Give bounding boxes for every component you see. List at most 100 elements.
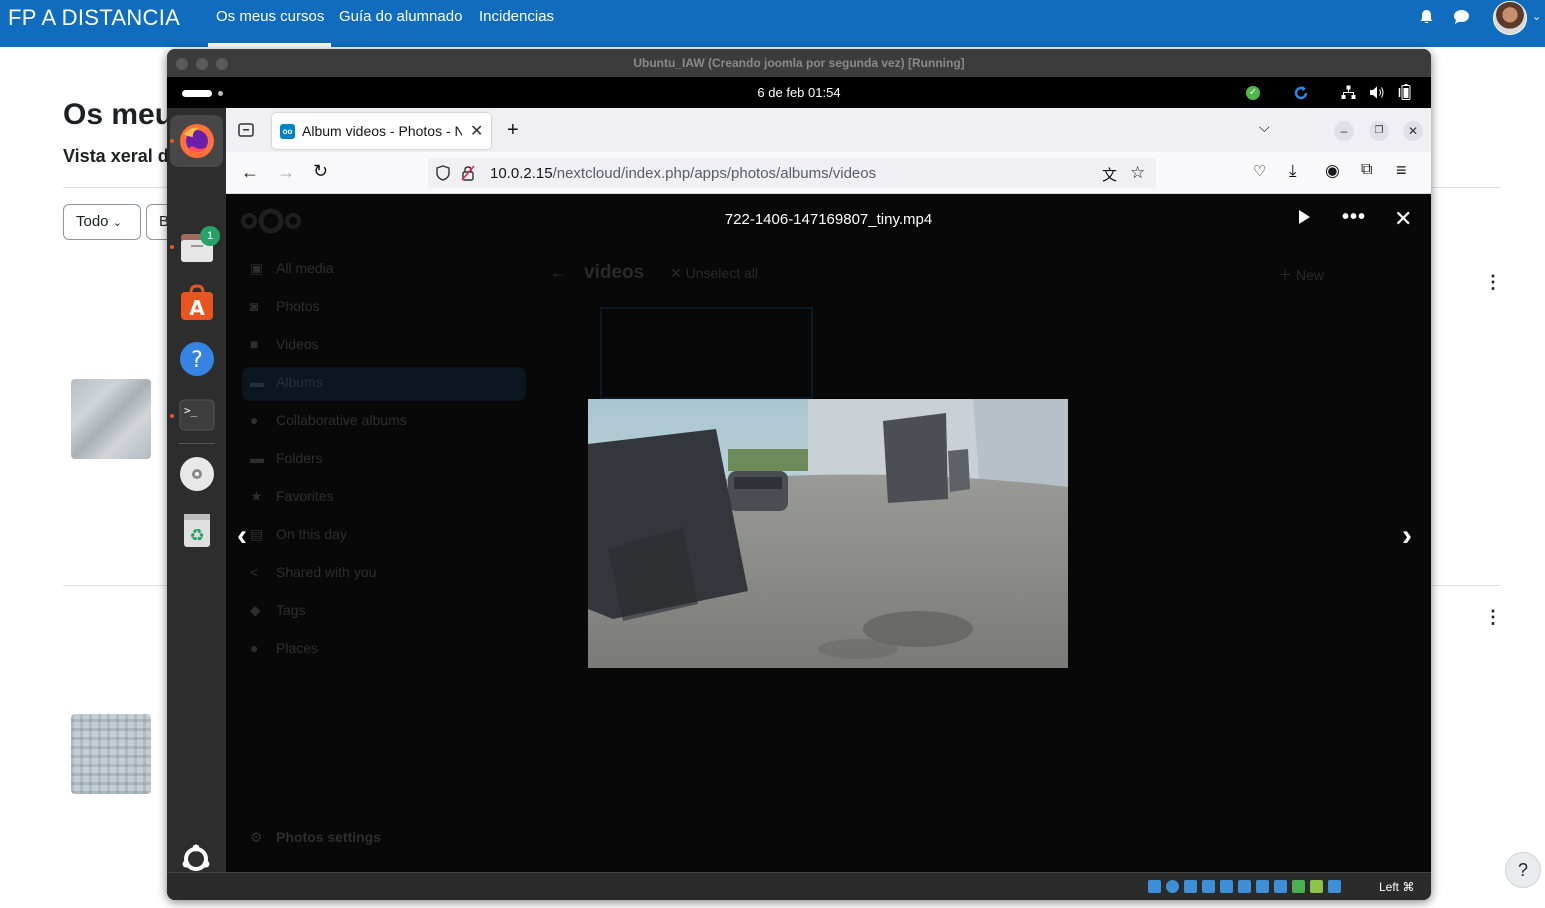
chevron-down-icon[interactable]: ⌄ xyxy=(1532,10,1541,23)
cpu-icon[interactable] xyxy=(1292,880,1305,893)
firefox-icon[interactable] xyxy=(178,122,216,160)
new-button[interactable]: ＋ New xyxy=(1278,265,1324,285)
sidebar-item-videos[interactable]: Videos xyxy=(276,336,319,352)
vm-titlebar[interactable]: Ubuntu_IAW (Creando joomla por segunda v… xyxy=(167,49,1431,77)
moodle-navbar: FP A DISTANCIA Os meus cursos Guía do al… xyxy=(0,0,1545,47)
unselect-all-button[interactable]: ✕ Unselect all xyxy=(670,265,758,282)
reload-icon[interactable]: ↻ xyxy=(313,161,328,182)
extensions-icon[interactable]: ⧉ xyxy=(1361,161,1372,179)
nextcloud-page: ▣ All media ◙ Photos ■ Videos ▬ Albums ●… xyxy=(226,194,1431,872)
sidebar-item-collaborative[interactable]: Collaborative albums xyxy=(276,412,407,428)
site-brand[interactable]: FP A DISTANCIA xyxy=(8,5,180,31)
next-arrow-icon[interactable]: › xyxy=(1402,519,1412,553)
volume-icon[interactable] xyxy=(1369,85,1385,100)
disc-icon[interactable] xyxy=(178,455,216,493)
sidebar-item-favorites[interactable]: Favorites xyxy=(276,488,334,504)
sidebar-item-tags[interactable]: Tags xyxy=(276,602,306,618)
nav-incidents[interactable]: Incidencias xyxy=(479,8,554,25)
video-player[interactable] xyxy=(588,399,1068,668)
restore-icon[interactable]: ❐ xyxy=(1369,121,1389,141)
sidebar-item-photos[interactable]: Photos xyxy=(276,298,320,314)
battery-icon[interactable] xyxy=(1398,84,1412,101)
video-frame xyxy=(588,399,1068,668)
course-menu-icon[interactable]: ⋮ xyxy=(1484,608,1502,626)
more-options-icon[interactable]: ••• xyxy=(1342,206,1366,229)
nav-student-guide[interactable]: Guía do alumnado xyxy=(339,8,462,25)
close-tab-icon[interactable]: ✕ xyxy=(470,121,483,141)
network-adapter-icon[interactable] xyxy=(1202,880,1215,893)
folder-icon: ▬ xyxy=(250,450,264,466)
sidebar-item-shared[interactable]: Shared with you xyxy=(276,564,376,580)
trash-icon[interactable]: ♻ xyxy=(178,511,216,549)
selected-video-tile[interactable] xyxy=(600,307,813,399)
list-tabs-icon[interactable]: ⌵ xyxy=(1259,119,1270,136)
play-icon[interactable] xyxy=(1299,210,1310,224)
mouse-integration-icon[interactable] xyxy=(1310,880,1323,893)
course-image[interactable] xyxy=(71,714,151,794)
keyboard-icon[interactable] xyxy=(1328,880,1341,893)
nav-my-courses[interactable]: Os meus cursos xyxy=(216,8,324,25)
shared-folder-icon[interactable] xyxy=(1238,880,1251,893)
new-tab-icon[interactable]: + xyxy=(507,119,519,142)
sidebar-item-all-media[interactable]: All media xyxy=(276,260,334,276)
shield-icon[interactable] xyxy=(436,165,450,181)
close-viewer-icon[interactable]: ✕ xyxy=(1394,206,1412,232)
url-text[interactable]: 10.0.2.15/nextcloud/index.php/apps/photo… xyxy=(490,165,876,182)
camera-icon: ◙ xyxy=(250,298,259,314)
browser-tab[interactable]: oo Album videos - Photos - Nextcloud ✕ xyxy=(272,113,491,149)
vm-title: Ubuntu_IAW (Creando joomla por segunda v… xyxy=(633,56,965,70)
svg-text:?: ? xyxy=(191,348,203,373)
host-key-label: Left ⌘ xyxy=(1379,880,1415,894)
back-icon[interactable]: ← xyxy=(241,162,259,183)
viewer-file-name: 722-1406-147169807_tiny.mp4 xyxy=(724,211,933,228)
bookmark-star-icon[interactable]: ☆ xyxy=(1130,163,1145,183)
vm-window: Ubuntu_IAW (Creando joomla por segunda v… xyxy=(167,49,1431,900)
bell-icon[interactable] xyxy=(1419,9,1434,25)
help-button[interactable]: ? xyxy=(1505,852,1541,888)
forward-icon[interactable]: → xyxy=(277,162,295,183)
clock[interactable]: 6 de feb 01:54 xyxy=(167,85,1431,100)
pocket-icon[interactable]: ♡ xyxy=(1253,162,1266,180)
user-avatar[interactable] xyxy=(1493,1,1527,35)
nextcloud-favicon-icon: oo xyxy=(280,124,295,139)
chat-icon[interactable] xyxy=(1453,9,1470,25)
back-arrow-icon[interactable]: ← xyxy=(550,262,568,283)
svg-text:A: A xyxy=(189,296,205,320)
help-icon[interactable]: ? xyxy=(178,340,216,378)
terminal-icon[interactable]: >_ xyxy=(178,396,216,434)
app-center-icon[interactable]: A xyxy=(178,284,216,322)
menu-icon[interactable]: ≡ xyxy=(1396,160,1407,181)
minimize-icon[interactable]: – xyxy=(1334,121,1354,141)
course-menu-icon[interactable]: ⋮ xyxy=(1484,273,1502,291)
course-image[interactable] xyxy=(71,379,151,459)
audio-icon[interactable] xyxy=(1184,880,1197,893)
network-icon[interactable] xyxy=(1341,85,1356,100)
recording-icon[interactable] xyxy=(1274,880,1287,893)
image-icon: ▣ xyxy=(250,260,264,276)
url-bar[interactable]: 10.0.2.15/nextcloud/index.php/apps/photo… xyxy=(428,158,1156,188)
account-icon[interactable]: ◉ xyxy=(1325,161,1340,181)
sidebar-item-on-this-day[interactable]: On this day xyxy=(276,526,347,542)
hdd-icon[interactable] xyxy=(1148,880,1161,893)
show-apps-icon[interactable] xyxy=(180,843,212,875)
check-icon[interactable]: ✓ xyxy=(1246,86,1260,100)
usb-icon[interactable] xyxy=(1220,880,1233,893)
optical-drive-icon[interactable] xyxy=(1166,880,1179,893)
filter-dropdown[interactable]: Todo ⌄ xyxy=(63,204,141,240)
photos-settings[interactable]: Photos settings xyxy=(276,829,381,845)
display-icon[interactable] xyxy=(1256,880,1269,893)
people-icon: ● xyxy=(250,412,259,428)
previous-arrow-icon[interactable]: ‹ xyxy=(237,519,247,553)
refresh-icon[interactable] xyxy=(1293,85,1309,101)
sidebar-item-places[interactable]: Places xyxy=(276,640,318,656)
sidebar-item-albums[interactable]: Albums xyxy=(276,374,323,390)
close-icon[interactable]: ✕ xyxy=(1403,121,1423,141)
translate-icon[interactable]: 文 xyxy=(1102,164,1117,185)
sidebar-item-folders[interactable]: Folders xyxy=(276,450,323,466)
insecure-lock-icon[interactable] xyxy=(461,165,475,181)
running-indicator xyxy=(170,245,174,249)
download-icon[interactable]: ⤓ xyxy=(1289,161,1297,181)
active-nav-indicator xyxy=(208,43,331,47)
calendar-icon: ▤ xyxy=(250,526,264,542)
tab-overview-icon[interactable] xyxy=(238,122,254,138)
